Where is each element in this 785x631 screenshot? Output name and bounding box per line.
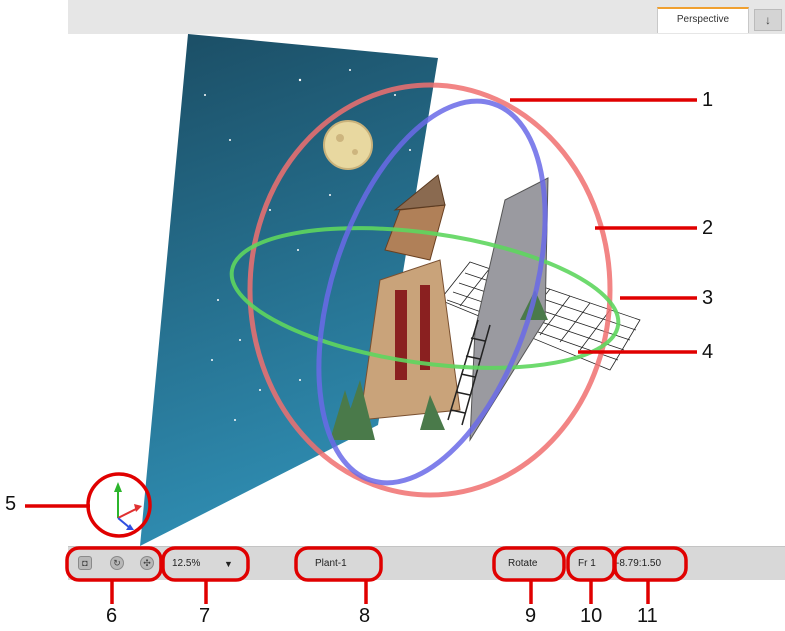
callout-3: 3: [702, 287, 714, 309]
callout-1: 1: [702, 89, 714, 111]
callout-11: 11: [637, 605, 658, 627]
xyz-axis-icon: [114, 482, 142, 530]
tab-perspective[interactable]: Perspective: [657, 7, 749, 33]
perspective-viewport[interactable]: [0, 34, 785, 546]
reset-icon[interactable]: ✣: [140, 556, 154, 570]
camera-icon[interactable]: ◘: [78, 556, 92, 570]
current-layer: Plant-1: [315, 558, 347, 569]
callout-6: 6: [106, 605, 118, 627]
chevron-down-icon[interactable]: ▼: [224, 556, 233, 572]
callout-10: 10: [580, 605, 603, 627]
callout-9: 9: [525, 605, 537, 627]
callout-8: 8: [359, 605, 371, 627]
callout-4: 4: [702, 341, 714, 363]
moon: [323, 120, 373, 170]
zoom-level[interactable]: 12.5%: [172, 556, 200, 572]
callout-5: 5: [5, 493, 17, 515]
status-bar: ◘ ↻ ✣ 12.5% ▼ Plant-1 Rotate Fr 1 -8.79:…: [68, 546, 785, 580]
callout-2: 2: [702, 217, 714, 239]
rotate-icon[interactable]: ↻: [110, 556, 124, 570]
tab-menu-icon[interactable]: ↓: [754, 9, 782, 31]
coordinates-readout: -8.79:1.50: [616, 558, 662, 569]
callout-7: 7: [199, 605, 211, 627]
frame-indicator: Fr 1: [578, 558, 596, 569]
current-tool: Rotate: [508, 558, 538, 569]
